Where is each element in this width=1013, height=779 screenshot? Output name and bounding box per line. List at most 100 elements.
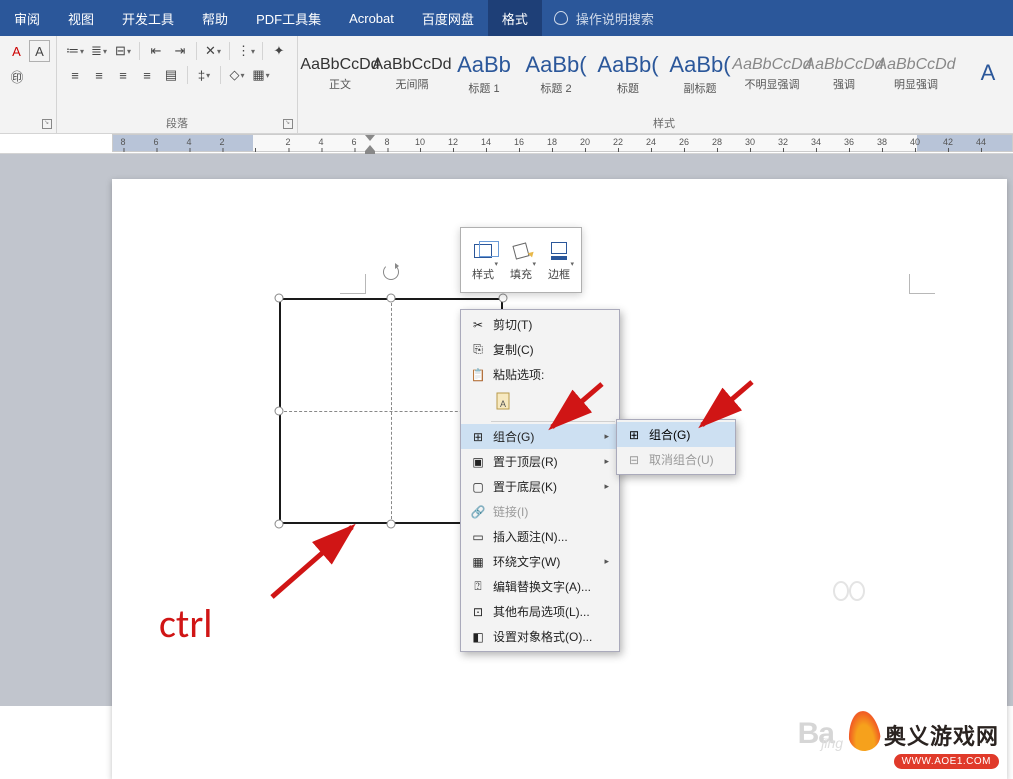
align-left-button[interactable]: ≡ <box>63 64 87 86</box>
style-item-7[interactable]: AaBbCcDd强调 <box>808 40 880 108</box>
style-item-8[interactable]: AaBbCcDd明显强调 <box>880 40 952 108</box>
ruler-tick: 32 <box>778 137 788 147</box>
group-styles: AaBbCcDd正文AaBbCcDd无间隔AaBb标题 1AaBb(标题 2Aa… <box>298 36 1013 133</box>
menu-cut[interactable]: ✂ 剪切(T) <box>461 312 619 337</box>
bullets-button[interactable]: ≔ <box>63 40 87 62</box>
tab-dev[interactable]: 开发工具 <box>108 0 188 36</box>
ruler-tick: 44 <box>976 137 986 147</box>
styles-gallery[interactable]: AaBbCcDd正文AaBbCcDd无间隔AaBb标题 1AaBb(标题 2Aa… <box>304 40 1013 108</box>
char-border-button[interactable]: A <box>29 40 50 62</box>
distribute-button[interactable]: ▤ <box>159 64 183 86</box>
ruler-tick: 20 <box>580 137 590 147</box>
resize-handle-tm[interactable] <box>387 294 396 303</box>
ruler-tick: 26 <box>679 137 689 147</box>
layout-icon: ⊡ <box>467 605 489 619</box>
resize-handle-bm[interactable] <box>387 520 396 529</box>
indent-marker[interactable] <box>365 135 375 141</box>
style-name-label: 明显强调 <box>894 76 938 92</box>
style-item-0[interactable]: AaBbCcDd正文 <box>304 40 376 108</box>
ribbon: A A ㊞ ≔ ≣ ⊟ ⇤ ⇥ ✕ ⋮ ✦ ≡ ≡ ≡ ≡ ▤ <box>0 36 1013 134</box>
style-item-9[interactable]: A <box>952 40 1013 108</box>
style-sample: AaBb( <box>669 52 730 78</box>
ruler-tick: 18 <box>547 137 557 147</box>
style-item-3[interactable]: AaBb(标题 2 <box>520 40 592 108</box>
sort-button[interactable]: ⋮ <box>234 40 258 62</box>
tab-baidu[interactable]: 百度网盘 <box>408 0 488 36</box>
menu-alt-text[interactable]: ⍰ 编辑替换文字(A)... <box>461 574 619 599</box>
menu-more-layout[interactable]: ⊡ 其他布局选项(L)... <box>461 599 619 624</box>
shading-button[interactable]: ◇ <box>225 64 249 86</box>
multilevel-button[interactable]: ⊟ <box>111 40 135 62</box>
group-font-partial: A A ㊞ <box>0 36 57 133</box>
tab-acrobat[interactable]: Acrobat <box>335 0 408 36</box>
tell-me-search[interactable]: 操作说明搜索 <box>542 0 666 36</box>
shape-style-icon <box>474 244 492 258</box>
style-sample: AaBbCcDd <box>876 56 955 74</box>
ruler-tick: 14 <box>481 137 491 147</box>
mini-outline-button[interactable]: ▾ 边框 <box>541 232 577 288</box>
ruler-tick: 10 <box>415 137 425 147</box>
align-right-button[interactable]: ≡ <box>111 64 135 86</box>
ruler-tick: 28 <box>712 137 722 147</box>
tab-help[interactable]: 帮助 <box>188 0 242 36</box>
style-item-1[interactable]: AaBbCcDd无间隔 <box>376 40 448 108</box>
tab-format[interactable]: 格式 <box>488 0 542 36</box>
increase-indent-button[interactable]: ⇥ <box>168 40 192 62</box>
ruler-tick: 6 <box>351 137 356 147</box>
paste-picture-button[interactable]: A <box>491 389 517 415</box>
ruler-tick: 40 <box>910 137 920 147</box>
font-dialog-launcher[interactable] <box>42 119 52 129</box>
tab-view[interactable]: 视图 <box>54 0 108 36</box>
submenu-arrow-icon: ▸ <box>604 481 609 492</box>
style-sample: A <box>981 60 996 86</box>
link-icon: 🔗 <box>467 505 489 519</box>
style-name-label: 强调 <box>833 76 855 92</box>
ruler-tick: 42 <box>943 137 953 147</box>
resize-handle-ml[interactable] <box>275 407 284 416</box>
horizontal-ruler[interactable]: 8642246810121416182022242628303234363840… <box>0 134 1013 154</box>
ruler-tick: 34 <box>811 137 821 147</box>
menu-link: 🔗 链接(I) <box>461 499 619 524</box>
numbering-button[interactable]: ≣ <box>87 40 111 62</box>
document-canvas[interactable]: ▾ 样式 ▾ 填充 ▾ 边框 ✂ 剪切(T) ⎘ 复制(C) <box>0 154 1013 706</box>
page[interactable]: ▾ 样式 ▾ 填充 ▾ 边框 ✂ 剪切(T) ⎘ 复制(C) <box>112 179 1007 779</box>
watermark-flame-icon <box>840 707 878 751</box>
menu-wrap-text[interactable]: ▦ 环绕文字(W) ▸ <box>461 549 619 574</box>
show-marks-button[interactable]: ✦ <box>267 40 291 62</box>
menu-copy[interactable]: ⎘ 复制(C) <box>461 337 619 362</box>
font-color-button[interactable]: A <box>6 40 27 62</box>
paragraph-dialog-launcher[interactable] <box>283 119 293 129</box>
style-sample: AaBbCcDd <box>372 56 451 74</box>
style-item-2[interactable]: AaBb标题 1 <box>448 40 520 108</box>
menu-send-back[interactable]: ▢ 置于底层(K) ▸ <box>461 474 619 499</box>
menu-insert-caption[interactable]: ▭ 插入题注(N)... <box>461 524 619 549</box>
watermark-url-badge: WWW.AOE1.COM <box>894 754 999 769</box>
wrap-text-icon: ▦ <box>467 555 489 569</box>
mini-fill-button[interactable]: ▾ 填充 <box>503 232 539 288</box>
margin-corner-tr <box>909 274 935 294</box>
resize-handle-tl[interactable] <box>275 294 284 303</box>
line-spacing-button[interactable]: ‡ <box>192 64 216 86</box>
submenu-arrow-icon: ▸ <box>604 556 609 567</box>
tab-review[interactable]: 审阅 <box>0 0 54 36</box>
rotate-handle[interactable] <box>383 264 399 280</box>
menu-bring-front[interactable]: ▣ 置于顶层(R) ▸ <box>461 449 619 474</box>
align-center-button[interactable]: ≡ <box>87 64 111 86</box>
style-item-4[interactable]: AaBb(标题 <box>592 40 664 108</box>
resize-handle-tr[interactable] <box>499 294 508 303</box>
style-sample: AaBbCcDd <box>300 56 379 74</box>
enclose-char-button[interactable]: ㊞ <box>6 65 28 87</box>
tab-pdf[interactable]: PDF工具集 <box>242 0 335 36</box>
group-icon: ⊞ <box>623 428 645 442</box>
borders-button[interactable]: ▦ <box>249 64 273 86</box>
justify-button[interactable]: ≡ <box>135 64 159 86</box>
menu-format-object[interactable]: ◧ 设置对象格式(O)... <box>461 624 619 649</box>
mini-style-button[interactable]: ▾ 样式 <box>465 232 501 288</box>
style-item-6[interactable]: AaBbCcDd不明显强调 <box>736 40 808 108</box>
watermark: jīng Ba 奥义游戏网 WWW.AOE1.COM <box>798 707 999 769</box>
asian-layout-button[interactable]: ✕ <box>201 40 225 62</box>
decrease-indent-button[interactable]: ⇤ <box>144 40 168 62</box>
paint-bucket-icon <box>512 242 529 259</box>
bring-front-icon: ▣ <box>467 455 489 469</box>
style-item-5[interactable]: AaBb(副标题 <box>664 40 736 108</box>
